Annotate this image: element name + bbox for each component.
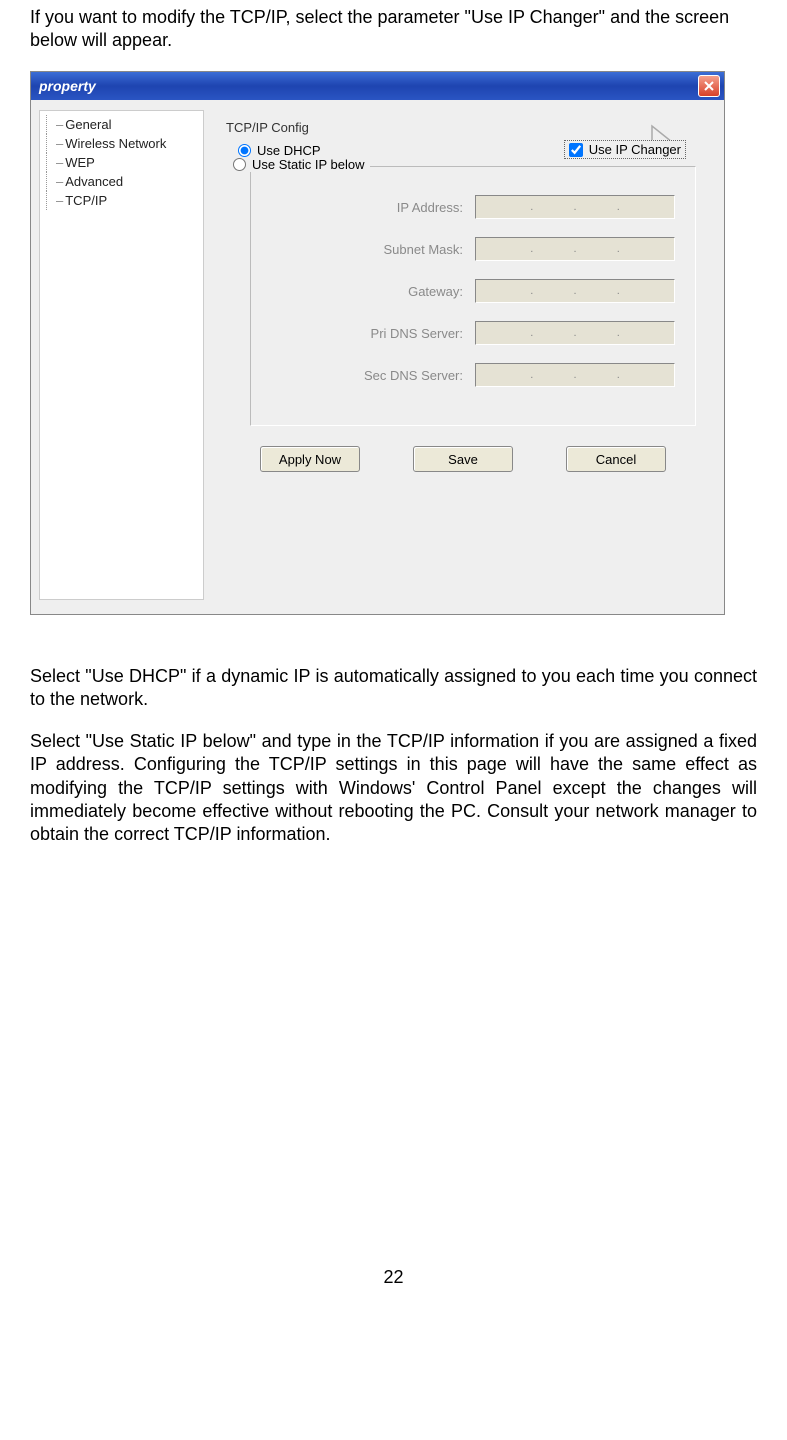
sidebar-item-general[interactable]: –General xyxy=(46,115,197,134)
sidebar-item-tcpip[interactable]: –TCP/IP xyxy=(46,191,197,210)
input-gateway[interactable]: ... xyxy=(475,279,675,303)
sidebar-item-label: TCP/IP xyxy=(65,193,107,208)
sidebar-item-label: Wireless Network xyxy=(65,136,166,151)
paragraph-dhcp: Select "Use DHCP" if a dynamic IP is aut… xyxy=(30,665,757,712)
row-subnet-mask: Subnet Mask: ... xyxy=(271,237,675,261)
close-icon xyxy=(703,80,715,92)
sidebar-item-wep[interactable]: –WEP xyxy=(46,153,197,172)
label-sec-dns: Sec DNS Server: xyxy=(271,368,463,383)
save-button[interactable]: Save xyxy=(413,446,513,472)
row-pri-dns: Pri DNS Server: ... xyxy=(271,321,675,345)
sidebar-item-wireless[interactable]: –Wireless Network xyxy=(46,134,197,153)
static-radio-input[interactable] xyxy=(233,158,246,171)
sidebar-item-label: WEP xyxy=(65,155,95,170)
label-ip-address: IP Address: xyxy=(271,200,463,215)
sidebar-item-label: Advanced xyxy=(65,174,123,189)
close-button[interactable] xyxy=(698,75,720,97)
use-ip-changer-checkbox[interactable]: Use IP Changer xyxy=(564,140,686,159)
label-gateway: Gateway: xyxy=(271,284,463,299)
paragraph-static: Select "Use Static IP below" and type in… xyxy=(30,730,757,847)
static-ip-fieldset: Use Static IP below IP Address: ... Subn… xyxy=(250,166,696,426)
ip-changer-input[interactable] xyxy=(569,143,583,157)
label-subnet-mask: Subnet Mask: xyxy=(271,242,463,257)
window-title: property xyxy=(39,78,96,94)
input-ip-address[interactable]: ... xyxy=(475,195,675,219)
titlebar: property xyxy=(31,72,724,100)
section-title: TCP/IP Config xyxy=(226,120,706,135)
property-window: property –General –Wireless Network –WEP… xyxy=(30,71,725,615)
input-pri-dns[interactable]: ... xyxy=(475,321,675,345)
cancel-button[interactable]: Cancel xyxy=(566,446,666,472)
input-subnet-mask[interactable]: ... xyxy=(475,237,675,261)
intro-text: If you want to modify the TCP/IP, select… xyxy=(30,6,757,51)
sidebar-item-label: General xyxy=(65,117,111,132)
button-row: Apply Now Save Cancel xyxy=(220,426,706,482)
row-gateway: Gateway: ... xyxy=(271,279,675,303)
label-pri-dns: Pri DNS Server: xyxy=(271,326,463,341)
ip-changer-label: Use IP Changer xyxy=(589,142,681,157)
apply-now-button[interactable]: Apply Now xyxy=(260,446,360,472)
radio-use-static[interactable]: Use Static IP below xyxy=(233,157,370,172)
dhcp-radio-input[interactable] xyxy=(238,144,251,157)
row-ip-address: IP Address: ... xyxy=(271,195,675,219)
input-sec-dns[interactable]: ... xyxy=(475,363,675,387)
static-radio-label: Use Static IP below xyxy=(252,157,364,172)
main-panel: TCP/IP Config Use IP Changer Use DHCP Us… xyxy=(214,110,716,600)
sidebar-tree: –General –Wireless Network –WEP –Advance… xyxy=(39,110,204,600)
dhcp-radio-label: Use DHCP xyxy=(257,143,321,158)
sidebar-item-advanced[interactable]: –Advanced xyxy=(46,172,197,191)
page-number: 22 xyxy=(30,1267,757,1288)
row-sec-dns: Sec DNS Server: ... xyxy=(271,363,675,387)
